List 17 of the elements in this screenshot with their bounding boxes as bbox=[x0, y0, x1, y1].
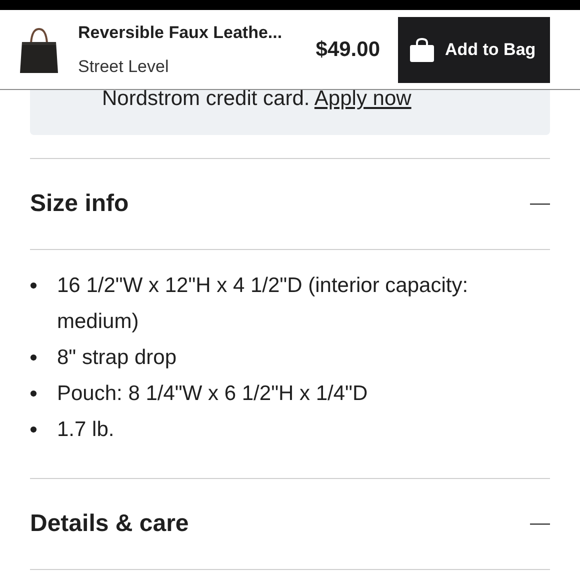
brand-name: Street Level bbox=[78, 56, 170, 76]
section-title[interactable]: Size info bbox=[30, 190, 129, 218]
bullet-icon bbox=[30, 282, 37, 289]
size-detail-text: 1.7 lb. bbox=[57, 417, 116, 443]
size-detail-text: Pouch: 8 1/4"W x 6 1/2"H x 1/4"D bbox=[57, 381, 369, 407]
add-to-bag-button[interactable]: Add to Bag bbox=[398, 16, 550, 82]
bullet-icon bbox=[30, 354, 37, 361]
product-name: Reversible Faux Leathe... bbox=[78, 22, 284, 42]
bullet-icon bbox=[30, 390, 37, 397]
banner-text: Nordstrom credit card. Apply now bbox=[102, 87, 412, 110]
size-detail-text: 16 1/2"W x 12"H x 4 1/2"D (interior capacity: medium) bbox=[57, 273, 470, 335]
size-detail-text: 8" strap drop bbox=[57, 345, 178, 371]
price: $49.00 bbox=[316, 38, 380, 62]
bullet-icon bbox=[30, 426, 37, 433]
apply-now-link[interactable]: Apply now bbox=[314, 87, 412, 110]
shopping-bag-icon bbox=[409, 36, 435, 62]
section-title[interactable]: Details & care bbox=[30, 510, 189, 538]
